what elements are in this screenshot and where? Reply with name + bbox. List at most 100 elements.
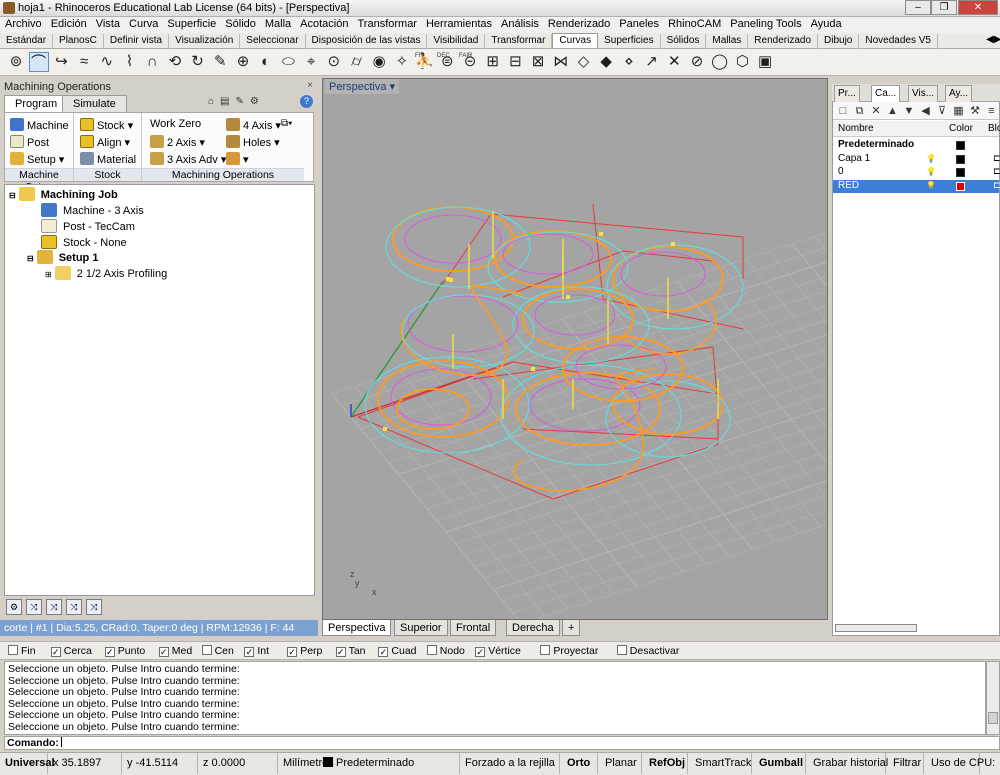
perspective-viewport[interactable] xyxy=(322,78,1000,625)
post-button[interactable]: Post xyxy=(10,135,49,149)
toolbar-tab[interactable]: Renderizado xyxy=(748,34,819,49)
command-history-scrollbar[interactable] xyxy=(986,661,1000,735)
visibility-bulb-icon[interactable]: 💡 xyxy=(926,153,936,164)
curve-tool-icon[interactable]: ⊕ xyxy=(233,52,253,72)
osnap-cuad[interactable]: ✓ Cuad xyxy=(378,645,417,657)
toolbar-tab[interactable]: Visibilidad xyxy=(427,34,486,49)
status-toggle[interactable]: Forzado a la rejilla xyxy=(460,753,560,774)
toolpath-show-icon[interactable]: ⤨ xyxy=(46,599,62,615)
layer-row[interactable]: RED 💡 ⊏ xyxy=(833,179,1000,193)
osnap-checkbox[interactable] xyxy=(540,645,551,655)
three-axis-adv-button[interactable]: 3 Axis Adv ▾ xyxy=(150,152,226,166)
osnap-checkbox[interactable]: ✓ xyxy=(158,647,169,657)
scroll-thumb[interactable] xyxy=(988,712,998,724)
column-lock[interactable]: Blo xyxy=(988,123,1000,134)
toolbar-tab[interactable]: Novedades V5 xyxy=(859,34,938,49)
curve-tool-icon[interactable]: ⊙ xyxy=(324,52,344,72)
toolbar-tab[interactable]: Mallas xyxy=(706,34,749,49)
layer-tool-icon[interactable]: ✕ xyxy=(869,104,883,118)
layer-tool-icon[interactable]: ▦ xyxy=(952,104,966,118)
curve-tool-icon[interactable]: ⋈ xyxy=(551,52,571,72)
work-zero-button[interactable]: Work Zero xyxy=(150,118,201,130)
curve-tool-icon[interactable]: ✕ xyxy=(664,52,684,72)
layer-tool-icon[interactable]: ⧉ xyxy=(853,104,867,118)
layer-color-swatch[interactable] xyxy=(956,168,965,177)
curve-tool-icon[interactable]: ◐ xyxy=(256,52,276,72)
curve-tool-icon[interactable]: ⌇ xyxy=(120,52,140,72)
curve-tool-icon[interactable]: ↪ xyxy=(51,52,71,72)
current-layer[interactable]: Predeterminado xyxy=(318,753,460,774)
osnap-checkbox[interactable] xyxy=(8,645,18,655)
menu-item[interactable]: Curva xyxy=(124,17,162,30)
layer-row[interactable]: Capa 1 💡 ⊏ xyxy=(833,153,1000,166)
layer-tool-icon[interactable]: ⊽ xyxy=(935,104,949,118)
layer-color-swatch[interactable] xyxy=(956,141,965,150)
status-toggle[interactable]: Planar xyxy=(600,753,642,774)
minimize-button[interactable]: – xyxy=(905,0,931,15)
viewport-label[interactable]: Perspectiva ▾ xyxy=(325,79,400,94)
viewport-tab[interactable]: Derecha xyxy=(506,620,560,636)
curve-tool-icon[interactable]: ◇ xyxy=(574,52,594,72)
osnap-punto[interactable]: ✓ Punto xyxy=(104,645,145,657)
ops-extra-icon[interactable]: ⧉▾ xyxy=(281,118,292,129)
tree-node-setup[interactable]: ⊟ Setup 1 xyxy=(27,250,98,264)
osnap-desactivar[interactable]: Desactivar xyxy=(616,645,679,657)
osnap-proyectar[interactable]: Proyectar xyxy=(540,645,598,657)
curve-tool-icon[interactable]: ⊘ xyxy=(687,52,707,72)
side-panel-tab[interactable]: Ca... xyxy=(871,85,901,102)
osnap-perp[interactable]: ✓ Perp xyxy=(287,645,322,657)
status-toggle[interactable]: SmartTrack xyxy=(690,753,752,774)
curve-tool-icon[interactable]: ⟲ xyxy=(165,52,185,72)
curve-tool-icon[interactable]: ⬡ xyxy=(732,52,752,72)
side-panel-tab[interactable]: Pr... xyxy=(834,85,860,102)
osnap-checkbox[interactable] xyxy=(201,645,212,655)
menu-item[interactable]: Paneling Tools xyxy=(725,17,805,30)
curve-tool-icon[interactable]: ✎ xyxy=(210,52,230,72)
tree-node-profiling[interactable]: ⊞ 2 1/2 Axis Profiling xyxy=(45,266,167,280)
toolbar-tab[interactable]: Curvas xyxy=(552,33,599,48)
menu-item[interactable]: Vista xyxy=(91,17,124,30)
menu-item[interactable]: Transformar xyxy=(352,17,421,30)
side-panel-tab[interactable]: Ay... xyxy=(945,85,973,102)
close-icon[interactable]: × xyxy=(307,80,313,91)
units-indicator[interactable]: Milímetros xyxy=(278,753,334,774)
osnap-checkbox[interactable]: ✓ xyxy=(104,647,115,657)
osnap-cen[interactable]: Cen xyxy=(201,645,234,657)
toolbar-tab[interactable]: Seleccionar xyxy=(240,34,306,49)
material-button[interactable]: Material xyxy=(80,152,136,166)
curve-tool-icon[interactable]: ↻ xyxy=(188,52,208,72)
viewport-tab[interactable]: Perspectiva xyxy=(322,620,392,636)
toolbar-tab[interactable]: Definir vista xyxy=(104,34,170,49)
layers-scrollbar[interactable] xyxy=(835,624,917,632)
osnap-int[interactable]: ✓ Int xyxy=(244,645,269,657)
unlock-icon[interactable]: ⊏ xyxy=(993,180,1000,191)
toolbar-tab[interactable]: Superficies xyxy=(598,34,661,49)
four-axis-button[interactable]: 4 Axis ▾ xyxy=(226,118,281,132)
curve-tool-icon[interactable]: ≈ xyxy=(74,52,94,72)
toolbar-tab[interactable]: Transformar xyxy=(485,34,553,49)
menu-item[interactable]: Malla xyxy=(260,17,295,30)
tree-node-post[interactable]: Post - TecCam xyxy=(41,219,135,233)
curve-tool-icon[interactable]: ⌭ xyxy=(347,52,367,72)
visibility-bulb-icon[interactable]: 💡 xyxy=(926,180,936,191)
status-toggle[interactable]: Gumball xyxy=(754,753,806,774)
tools-button[interactable]: ▾ xyxy=(226,152,249,166)
layer-color-swatch[interactable] xyxy=(956,154,965,164)
curve-tool-icon[interactable]: ⊠ xyxy=(528,52,548,72)
menu-item[interactable]: Acotación xyxy=(295,17,352,30)
curve-tool-icon[interactable]: ⋄ xyxy=(619,52,639,72)
toolbar-tab[interactable]: Disposición de las vistas xyxy=(306,34,428,49)
layer-tool-icon[interactable]: □ xyxy=(836,104,850,118)
menu-item[interactable]: Edición xyxy=(46,17,91,30)
machine-button[interactable]: Machine xyxy=(10,118,69,132)
align-button[interactable]: Align ▾ xyxy=(80,135,130,149)
osnap-checkbox[interactable]: ✓ xyxy=(475,647,486,657)
curve-tool-icon[interactable]: ⌒ xyxy=(28,52,49,72)
menu-item[interactable]: Ayuda xyxy=(806,17,846,30)
osnap-checkbox[interactable]: ✓ xyxy=(378,647,389,657)
osnap-med[interactable]: ✓ Med xyxy=(158,645,192,657)
toolbar-tabs-expand-icon[interactable]: ◀▶ xyxy=(986,34,1000,45)
curve-tool-icon[interactable]: ◯ xyxy=(710,52,730,72)
osnap-fin[interactable]: Fin xyxy=(8,645,36,657)
toolbar-tab[interactable]: Estándar xyxy=(0,34,54,49)
